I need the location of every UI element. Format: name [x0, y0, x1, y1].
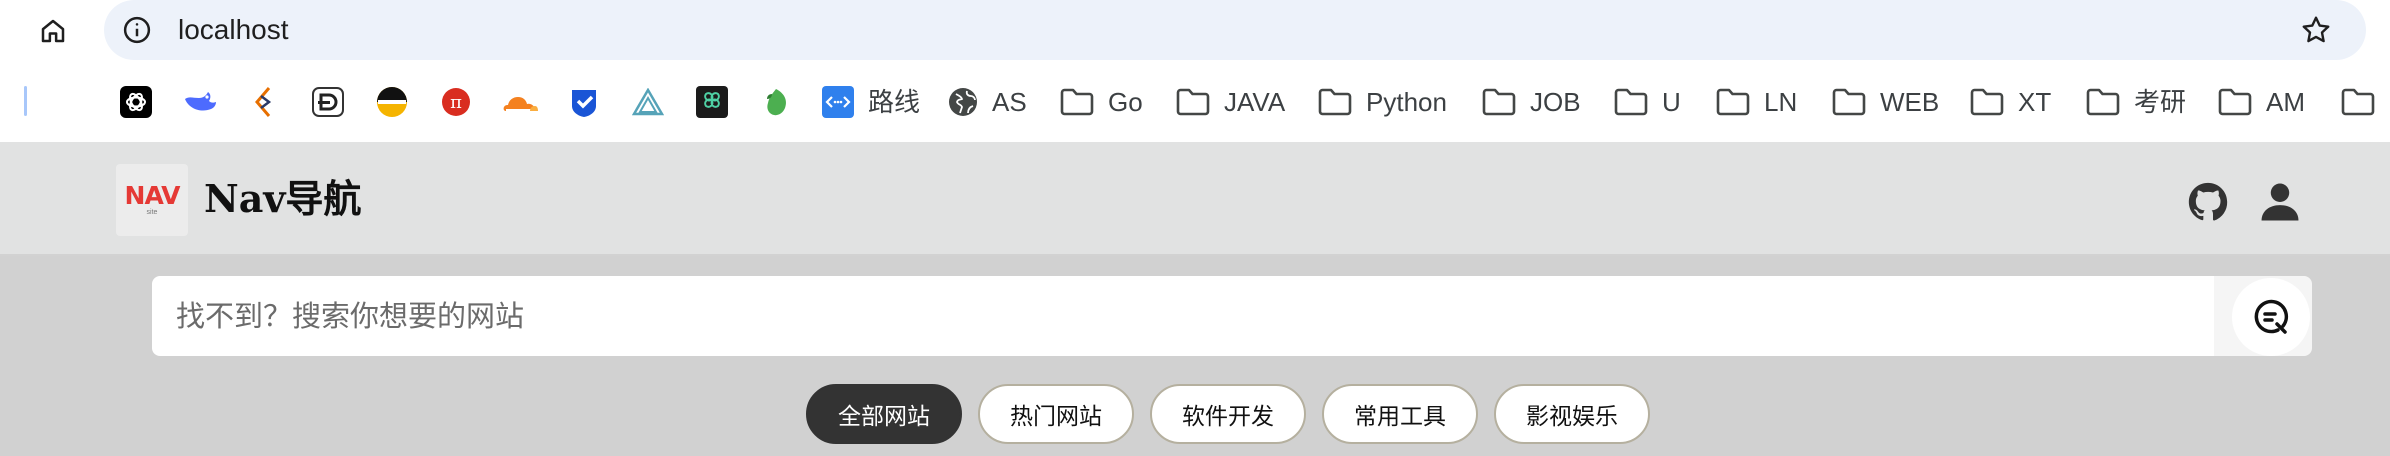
github-link[interactable]: [2186, 180, 2230, 224]
home-icon: [41, 19, 65, 43]
info-circle-icon: [123, 16, 151, 44]
tab-popular-sites[interactable]: 热门网站: [978, 384, 1134, 444]
editor-icon: [312, 87, 344, 117]
bookmark-label: LN: [1764, 87, 1798, 117]
bookmark-java[interactable]: [246, 84, 282, 120]
tab-common-tools[interactable]: 常用工具: [1322, 384, 1478, 444]
logo-wordmark: NAV: [124, 181, 181, 210]
bookmark-folder-am[interactable]: AM: [2218, 84, 2305, 120]
bookmark-triangle[interactable]: [630, 84, 666, 120]
bookmark-label: 路线: [868, 87, 921, 117]
search-button[interactable]: [2232, 278, 2310, 356]
bookmark-openai[interactable]: [118, 84, 154, 120]
bookmark-label: JOB: [1530, 87, 1581, 117]
bookmark-label: XT: [2018, 87, 2052, 117]
bookmark-folder-kaoyan[interactable]: 考研: [2086, 84, 2186, 120]
search-bar: [152, 276, 2214, 356]
search-icon: [2254, 299, 2289, 334]
cloudflare-icon: [503, 97, 538, 111]
bookmark-folder-xt[interactable]: XT: [1970, 84, 2051, 120]
bookmarks-bar: π 路线 AS Go JAVA Python JOB U LN WEB XT 考…: [0, 62, 2390, 142]
folder-icon: [2086, 88, 2120, 116]
bookmark-folder-python[interactable]: Python: [1318, 84, 1447, 120]
bookmark-editor[interactable]: [310, 84, 346, 120]
folder-icon: [1614, 88, 1648, 116]
user-icon: [2261, 183, 2299, 221]
folder-icon: [2341, 88, 2375, 116]
globe-icon: [949, 88, 977, 116]
bookmark-label: U: [1662, 87, 1681, 117]
folder-icon: [1318, 88, 1352, 116]
category-tabs: 全部网站 热门网站 软件开发 常用工具 影视娱乐: [806, 384, 1650, 444]
site-logo[interactable]: NAV site: [116, 164, 188, 236]
deepseek-icon: [185, 92, 216, 111]
bookmark-cloudflare[interactable]: [502, 84, 538, 120]
bookmark-pi[interactable]: π: [438, 84, 474, 120]
bookmark-folder-java[interactable]: JAVA: [1176, 84, 1285, 120]
address-bar[interactable]: [104, 0, 2366, 60]
github-icon: [2188, 182, 2228, 221]
bookmark-folder-go[interactable]: Go: [1060, 84, 1143, 120]
code-badge-icon: [822, 86, 854, 118]
check-icon: [572, 90, 596, 117]
search-input[interactable]: [176, 276, 2196, 356]
svg-text:π: π: [450, 92, 462, 113]
pi-icon: π: [442, 88, 470, 116]
bookmark-label: WEB: [1880, 87, 1940, 117]
logo-text: NAV: [124, 181, 181, 210]
folder-icon: [1176, 88, 1210, 116]
grid-icon: [696, 86, 728, 118]
folder-icon: [1970, 88, 2004, 116]
bookmark-as[interactable]: AS: [948, 84, 1027, 120]
folder-icon: [1832, 88, 1866, 116]
site-title[interactable]: Nav导航: [204, 172, 361, 226]
triangle-icon: [632, 88, 664, 116]
site-info-button[interactable]: [118, 11, 156, 49]
bookmark-grid[interactable]: [694, 84, 730, 120]
user-account-button[interactable]: [2258, 180, 2302, 224]
site-header: NAV site Nav导航: [0, 142, 2390, 256]
leaf-icon: [767, 89, 786, 116]
star-outline-icon: [2302, 16, 2330, 43]
bookmarks-separator: [24, 86, 27, 116]
logo-subtext: site: [146, 209, 158, 216]
openai-icon: [120, 86, 152, 118]
bookmark-label: AM: [2266, 87, 2305, 117]
folder-icon: [1482, 88, 1516, 116]
bookmark-leaf[interactable]: [758, 84, 794, 120]
bookmark-label: 考研: [2134, 87, 2187, 117]
bookmark-label: Go: [1108, 87, 1143, 117]
bookmark-folder-job[interactable]: JOB: [1482, 84, 1581, 120]
folder-icon: [2218, 88, 2252, 116]
main-content: 全部网站 热门网站 软件开发 常用工具 影视娱乐: [0, 256, 2390, 456]
bookmark-label: Python: [1366, 87, 1447, 117]
bookmark-folder-u[interactable]: U: [1614, 84, 1681, 120]
bookmark-penguin[interactable]: [374, 84, 410, 120]
tab-all-sites[interactable]: 全部网站: [806, 384, 962, 444]
bookmark-route[interactable]: 路线: [822, 84, 920, 120]
folder-icon: [1060, 88, 1094, 116]
bookmark-deepseek[interactable]: [182, 84, 218, 120]
java-icon: [255, 87, 272, 117]
browser-toolbar: localhost: [0, 0, 2390, 62]
url-text[interactable]: localhost: [178, 12, 289, 48]
bookmark-folder-more[interactable]: [2340, 84, 2376, 120]
bookmark-folder-web[interactable]: WEB: [1832, 84, 1939, 120]
bookmark-star-button[interactable]: [2296, 10, 2336, 50]
tab-entertainment[interactable]: 影视娱乐: [1494, 384, 1650, 444]
folder-icon: [1716, 88, 1750, 116]
bookmark-folder-ln[interactable]: LN: [1716, 84, 1797, 120]
penguin-icon: [377, 87, 407, 117]
bookmark-label: AS: [992, 87, 1027, 117]
bookmark-check[interactable]: [566, 84, 602, 120]
tab-software-dev[interactable]: 软件开发: [1150, 384, 1306, 444]
bookmark-label: JAVA: [1224, 87, 1286, 117]
home-button[interactable]: [32, 10, 74, 52]
